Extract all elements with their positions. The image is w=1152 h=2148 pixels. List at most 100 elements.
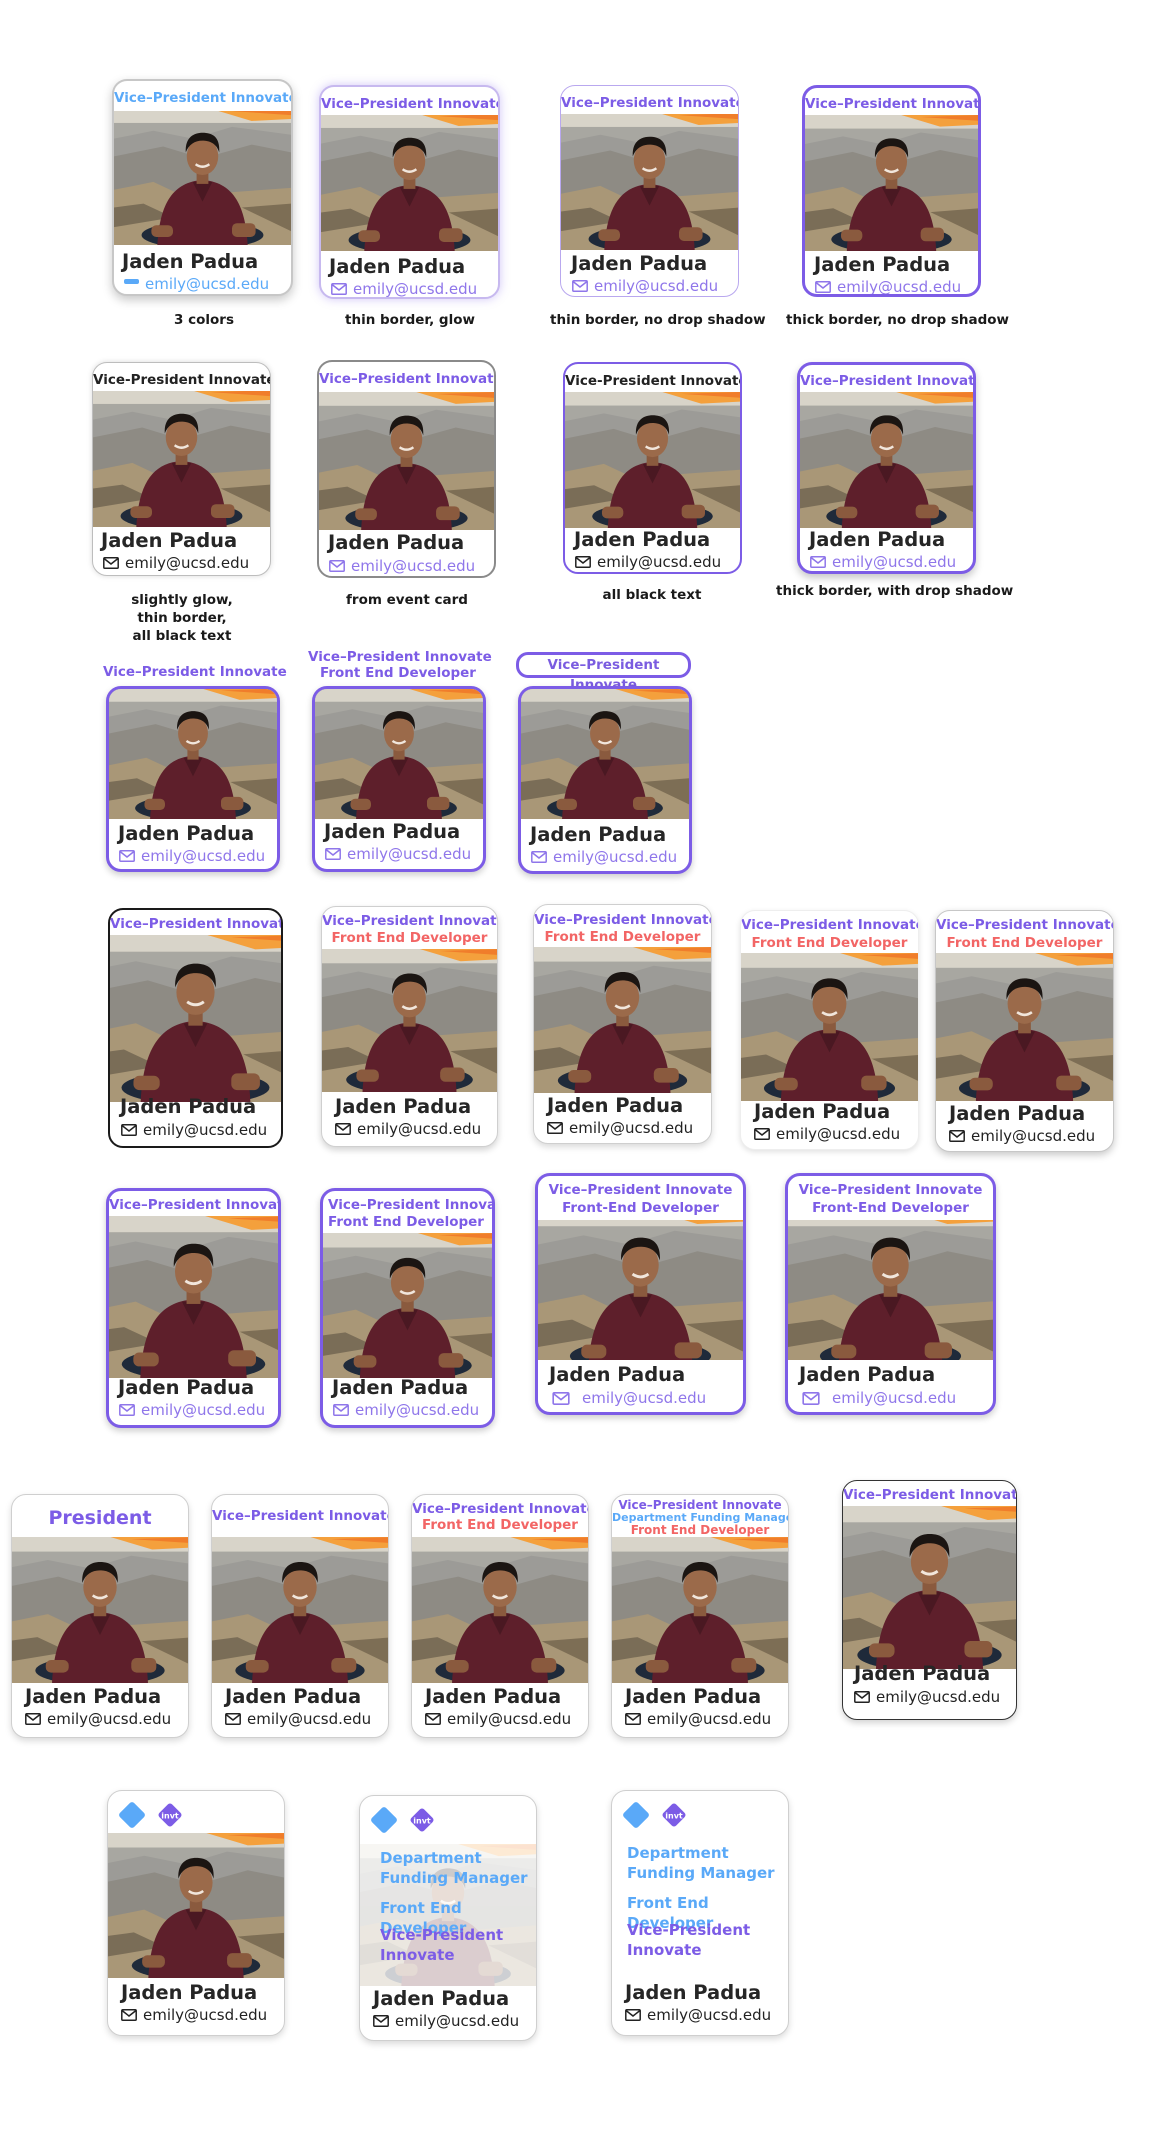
profile-card-2[interactable]: Vice–President Innovate Jaden Padua emil… (319, 85, 500, 299)
role-title: Vice–President Innovate (800, 373, 976, 389)
person-name: Jaden Padua (814, 253, 951, 276)
person-name: Jaden Padua (101, 529, 238, 552)
email-row[interactable]: emily@ucsd.edu (810, 553, 956, 571)
email-row[interactable]: emily@ucsd.edu (552, 1389, 706, 1407)
profile-card-16[interactable]: Vice–President Innovate Front End Develo… (935, 910, 1114, 1152)
email-row[interactable]: emily@ucsd.edu (625, 2006, 771, 2024)
mail-icon (625, 2009, 641, 2021)
email-row[interactable]: emily@ucsd.edu (547, 1119, 693, 1137)
person-name: Jaden Padua (329, 255, 466, 278)
mail-icon (547, 1122, 563, 1134)
email-row[interactable]: emily@ucsd.edu (425, 1710, 571, 1728)
email-row[interactable]: emily@ucsd.edu (103, 554, 249, 572)
person-name: Jaden Padua (625, 1685, 762, 1708)
role-subtitle: Front-End Developer (812, 1200, 969, 1216)
mail-icon (329, 560, 345, 572)
email-row[interactable]: emily@ucsd.edu (531, 848, 677, 866)
profile-card-3[interactable]: Vice–President Innovate Jaden Padua emil… (560, 85, 739, 297)
email-row[interactable]: emily@ucsd.edu (329, 557, 475, 575)
profile-card-27[interactable]: invt Department Funding Manager Front En… (359, 1795, 537, 2041)
profile-photo (12, 1537, 188, 1683)
role-line: Department (380, 1849, 482, 1867)
profile-card-19[interactable]: Vice–President Innovate Front-End Develo… (535, 1173, 746, 1415)
email-row[interactable]: emily@ucsd.edu (335, 1120, 481, 1138)
profile-card-24[interactable]: Vice–President Innovate Department Fundi… (611, 1494, 789, 1738)
person-name: Jaden Padua (373, 1987, 510, 2010)
diamond-icon (117, 1800, 147, 1830)
email-row[interactable]: emily@ucsd.edu (119, 1401, 265, 1419)
email-row[interactable]: emily@ucsd.edu (225, 1710, 371, 1728)
email-row[interactable]: emily@ucsd.edu (802, 1389, 956, 1407)
email-text: emily@ucsd.edu (582, 1389, 707, 1407)
email-row[interactable]: emily@ucsd.edu (625, 1710, 771, 1728)
role-subtitle: Front End Developer (328, 1214, 484, 1230)
email-row[interactable]: emily@ucsd.edu (325, 845, 471, 863)
profile-photo (315, 689, 483, 819)
mail-icon (854, 1691, 870, 1703)
email-row[interactable]: emily@ucsd.edu (949, 1127, 1095, 1145)
email-row[interactable]: emily@ucsd.edu (121, 2006, 267, 2024)
profile-card-9[interactable]: Jaden Padua emily@ucsd.edu (106, 686, 280, 872)
email-text: emily@ucsd.edu (647, 1710, 772, 1728)
email-row[interactable]: emily@ucsd.edu (121, 1121, 267, 1139)
profile-card-4[interactable]: Vice–President Innovate Jaden Padua emil… (802, 85, 981, 297)
caption-slightly-glow: slightly glow, thin border, all black te… (122, 591, 242, 645)
profile-card-6[interactable]: Vice–President Innovate Jaden Padua emil… (317, 360, 496, 578)
profile-card-12[interactable]: Vice–President Innovate Jaden Padua emil… (108, 908, 283, 1148)
email-text: emily@ucsd.edu (597, 553, 722, 571)
profile-card-25[interactable]: Vice–President Innovate Jaden Padua emil… (842, 1480, 1017, 1720)
caption-3-colors: 3 colors (174, 312, 234, 328)
email-row[interactable]: emily@ucsd.edu (815, 278, 962, 296)
mail-icon (373, 2015, 389, 2027)
profile-card-21[interactable]: President Jaden Padua emily@ucsd.edu (11, 1494, 189, 1738)
email-row[interactable]: emily@ucsd.edu (331, 280, 477, 297)
profile-photo (741, 953, 918, 1101)
role-title: Vice–President Innovate (548, 1182, 733, 1198)
profile-card-10[interactable]: Jaden Padua emily@ucsd.edu (312, 686, 486, 872)
profile-photo (805, 115, 978, 251)
email-row[interactable]: emily@ucsd.edu (124, 275, 269, 293)
profile-photo (521, 689, 689, 819)
email-row[interactable]: emily@ucsd.edu (754, 1125, 900, 1143)
profile-photo (612, 1537, 788, 1683)
profile-card-14[interactable]: Vice–President Innovate Front End Develo… (533, 904, 712, 1144)
profile-card-13[interactable]: Vice–President Innovate Front End Develo… (321, 906, 498, 1147)
email-text: emily@ucsd.edu (876, 1688, 1001, 1706)
email-row[interactable]: emily@ucsd.edu (373, 2012, 519, 2030)
email-row[interactable]: emily@ucsd.edu (854, 1688, 1000, 1706)
profile-photo (322, 949, 497, 1092)
mail-icon (121, 1124, 137, 1136)
profile-card-15[interactable]: Vice–President Innovate Front End Develo… (740, 910, 919, 1150)
profile-card-5[interactable]: Vice-President Innovate Jaden Padua emil… (92, 362, 271, 576)
profile-card-28[interactable]: invt Department Funding Manager Front En… (611, 1790, 789, 2036)
role-title: Vice-President Innovate (93, 372, 271, 388)
mail-icon (335, 1123, 351, 1135)
profile-card-8[interactable]: Vice–President Innovate Jaden Padua emil… (797, 362, 976, 574)
profile-card-26[interactable]: invt Jaden Padua emily@ucsd.edu (107, 1790, 285, 2036)
mail-icon (225, 1713, 241, 1725)
role-title: Vice–President Innovate (805, 96, 981, 112)
person-name: Jaden Padua (949, 1102, 1086, 1125)
role-title-outside: Vice–President Innovate (308, 649, 492, 665)
profile-card-18[interactable]: Vice–President Innovate Front End Develo… (320, 1188, 495, 1428)
email-row[interactable]: emily@ucsd.edu (575, 553, 721, 571)
profile-card-11[interactable]: Jaden Padua emily@ucsd.edu (518, 686, 692, 874)
email-text: emily@ucsd.edu (837, 278, 962, 296)
role-title: Vice–President Innovate (319, 371, 496, 387)
email-text: emily@ucsd.edu (125, 554, 250, 572)
role-line: Vice-President (627, 1921, 751, 1939)
profile-card-23[interactable]: Vice–President Innovate Front End Develo… (411, 1494, 589, 1738)
profile-photo (534, 947, 711, 1093)
role-subtitle: Front End Developer (946, 935, 1103, 951)
profile-card-1[interactable]: Vice–President Innovate Jaden Padua emil… (112, 79, 293, 296)
profile-card-22[interactable]: Vice–President Innovate Jaden Padua emil… (211, 1494, 389, 1738)
profile-card-17[interactable]: Vice–President Innovate Jaden Padua emil… (106, 1188, 281, 1428)
email-row[interactable]: emily@ucsd.edu (25, 1710, 171, 1728)
profile-card-20[interactable]: Vice–President Innovate Front-End Develo… (785, 1173, 996, 1415)
profile-card-7[interactable]: Vice-President Innovate Jaden Padua emil… (563, 362, 742, 574)
invt-badge-icon: invt (157, 1802, 183, 1828)
email-row[interactable]: emily@ucsd.edu (333, 1401, 479, 1419)
person-name: Jaden Padua (225, 1685, 362, 1708)
email-row[interactable]: emily@ucsd.edu (119, 847, 265, 865)
email-row[interactable]: emily@ucsd.edu (572, 277, 718, 295)
